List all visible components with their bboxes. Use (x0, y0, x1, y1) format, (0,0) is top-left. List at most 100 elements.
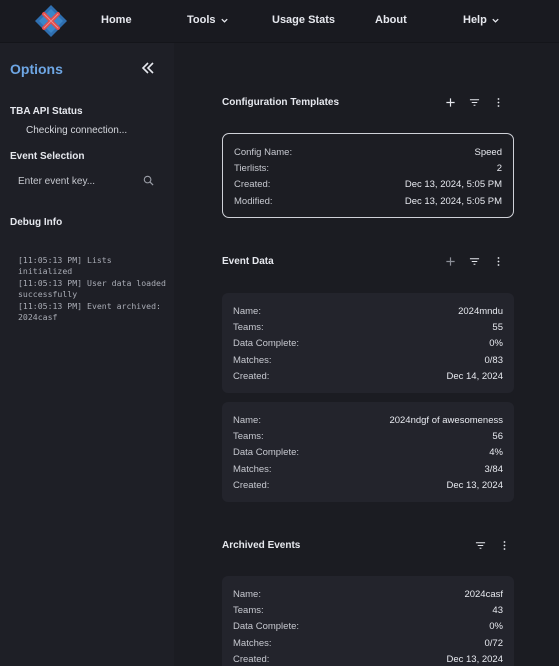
event-card[interactable]: Name: 2024ndgf of awesomeness Teams: 56 Da… (222, 402, 514, 502)
card-row: Matches: 0/72 (233, 635, 503, 651)
nav-usage-stats-label: Usage Stats (272, 14, 335, 26)
card-row: Matches: 3/84 (233, 461, 503, 477)
filter-archived-button[interactable] (468, 538, 492, 552)
more-vertical-icon (497, 256, 499, 266)
nav-home-label: Home (101, 14, 132, 26)
field-value: 43 (492, 605, 503, 617)
filter-icon (469, 98, 479, 106)
field-label: Data Complete: (233, 338, 300, 350)
field-value: Dec 13, 2024, 5:05 PM (404, 179, 502, 191)
card-row: Data Complete: 0% (233, 336, 503, 352)
event-search-box (10, 169, 160, 193)
nav-about[interactable]: About (375, 14, 407, 26)
card-row: Matches: 0/83 (233, 352, 503, 368)
field-value: 0% (489, 621, 503, 633)
card-row: Teams: 43 (233, 602, 503, 618)
field-value: 2 (496, 163, 502, 175)
api-status-heading: TBA API Status (10, 106, 83, 117)
nav-usage-stats[interactable]: Usage Stats (272, 14, 335, 26)
field-value: Speed (474, 146, 502, 158)
card-row: Data Complete: 4% (233, 445, 503, 461)
debug-log: [11:05:13 PM] Lists initialized [11:05:1… (18, 255, 166, 323)
field-label: Matches: (233, 354, 272, 366)
more-templates-button[interactable] (486, 95, 510, 109)
field-value: 2024ndgf of awesomeness (389, 414, 503, 426)
field-label: Tierlists: (234, 163, 270, 175)
archived-events-actions (468, 538, 516, 552)
field-label: Modified: (234, 195, 273, 207)
card-row: Created: Dec 13, 2024 (233, 652, 503, 666)
card-row: Created: Dec 14, 2024 (233, 369, 503, 385)
field-label: Data Complete: (233, 447, 300, 459)
event-search-input[interactable] (10, 169, 160, 193)
field-label: Matches: (233, 463, 272, 475)
search-icon[interactable] (143, 175, 154, 186)
sidebar-title: Options (10, 61, 63, 77)
field-label: Name: (233, 305, 261, 317)
field-label: Data Complete: (233, 621, 300, 633)
config-templates-title: Configuration Templates (222, 97, 340, 108)
add-template-button[interactable] (438, 95, 462, 109)
field-value: 2024mndu (458, 305, 503, 317)
nav-home[interactable]: Home (101, 14, 132, 26)
nav-help[interactable]: Help (463, 14, 500, 26)
field-label: Created: (234, 179, 271, 191)
nav-about-label: About (375, 14, 407, 26)
collapse-sidebar-button[interactable] (140, 60, 156, 76)
field-value: 55 (492, 322, 503, 334)
field-label: Teams: (233, 322, 264, 334)
field-value: Dec 13, 2024 (446, 480, 503, 492)
card-row: Modified: Dec 13, 2024, 5:05 PM (234, 193, 502, 209)
field-value: 4% (489, 447, 503, 459)
field-value: 56 (492, 431, 503, 443)
app-logo[interactable] (34, 4, 68, 38)
chevron-down-icon (492, 18, 499, 23)
main-content: Configuration Templates Config Name: Spee… (174, 43, 559, 666)
nav-tools[interactable]: Tools (187, 14, 229, 26)
options-sidebar: Options TBA API Status Checking connecti… (0, 43, 174, 666)
plus-icon (445, 256, 455, 266)
filter-icon (469, 257, 479, 265)
field-label: Matches: (233, 637, 272, 649)
field-label: Config Name: (234, 146, 293, 158)
field-label: Name: (233, 414, 261, 426)
field-value: Dec 13, 2024 (446, 654, 503, 666)
filter-icon (475, 541, 485, 549)
chevron-down-icon (220, 18, 228, 23)
nav-help-label: Help (463, 14, 487, 26)
field-label: Created: (233, 654, 270, 666)
archived-event-card[interactable]: Name: 2024casf Teams: 43 Data Complete: 0% … (222, 576, 514, 666)
card-row: Config Name: Speed (234, 144, 502, 160)
card-row: Name: 2024ndgf of awesomeness (233, 412, 503, 428)
more-vertical-icon (503, 540, 505, 550)
archived-events-title: Archived Events (222, 540, 301, 551)
add-event-button[interactable] (438, 254, 462, 268)
api-status-text: Checking connection... (26, 125, 128, 136)
card-row: Created: Dec 13, 2024 (233, 478, 503, 494)
field-label: Teams: (233, 605, 264, 617)
field-label: Teams: (233, 431, 264, 443)
event-selection-heading: Event Selection (10, 151, 85, 162)
event-data-title: Event Data (222, 256, 274, 267)
config-template-card[interactable]: Config Name: Speed Tierlists: 2 Created: De… (222, 133, 514, 218)
card-row: Tierlists: 2 (234, 160, 502, 176)
more-archived-button[interactable] (492, 538, 516, 552)
card-row: Name: 2024mndu (233, 303, 503, 319)
config-templates-actions (438, 95, 510, 109)
card-row: Teams: 55 (233, 319, 503, 335)
event-card[interactable]: Name: 2024mndu Teams: 55 Data Complete: 0% … (222, 293, 514, 393)
event-data-actions (438, 254, 510, 268)
more-events-button[interactable] (486, 254, 510, 268)
field-value: 2024casf (464, 588, 503, 600)
filter-events-button[interactable] (462, 254, 486, 268)
field-value: 0% (489, 338, 503, 350)
double-chevron-left-icon (141, 62, 154, 74)
field-value: 0/83 (484, 354, 504, 366)
field-value: 0/72 (484, 637, 504, 649)
filter-templates-button[interactable] (462, 95, 486, 109)
card-row: Data Complete: 0% (233, 619, 503, 635)
card-row: Created: Dec 13, 2024, 5:05 PM (234, 177, 502, 193)
more-vertical-icon (497, 97, 499, 107)
plus-icon (445, 97, 455, 107)
nav-tools-label: Tools (187, 14, 216, 26)
